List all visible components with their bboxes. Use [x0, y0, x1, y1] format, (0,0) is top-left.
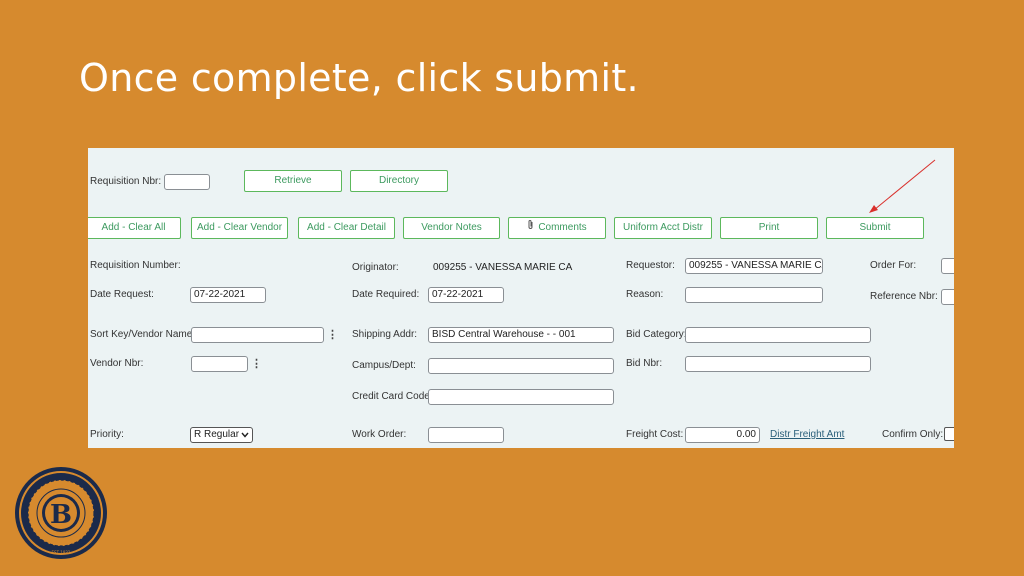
red-pointer-arrow	[869, 159, 936, 213]
crest-ring-text: EST 1932	[52, 550, 71, 555]
school-crest-logo: B EST 1932	[15, 467, 107, 559]
crest-letter: B	[50, 500, 72, 530]
